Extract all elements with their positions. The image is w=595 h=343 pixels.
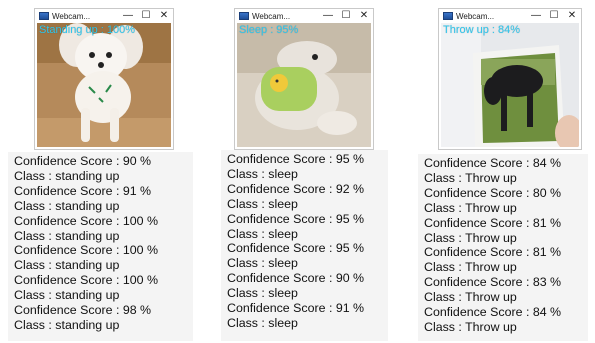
webcam-feed: Sleep : 95% bbox=[237, 23, 371, 147]
window-title: Webcam... bbox=[252, 11, 291, 21]
log-line: Confidence Score : 92 % bbox=[227, 181, 365, 196]
app-icon bbox=[443, 12, 453, 20]
log-line: Class : standing up bbox=[14, 168, 120, 183]
log-line: Confidence Score : 98 % bbox=[14, 303, 152, 318]
maximize-button[interactable]: ☐ bbox=[545, 9, 563, 23]
dog-throw-up-image bbox=[441, 23, 579, 147]
window-titlebar[interactable]: Webcam... — ☐ ✕ bbox=[439, 9, 581, 23]
log-line: Confidence Score : 100 % bbox=[14, 273, 158, 288]
log-line: Class : standing up bbox=[14, 317, 120, 332]
detection-label: Sleep : 95% bbox=[239, 24, 299, 36]
minimize-button[interactable]: — bbox=[119, 9, 137, 23]
app-icon bbox=[39, 12, 49, 20]
log-line: Class : Throw up bbox=[424, 319, 517, 334]
log-line: Class : Throw up bbox=[424, 260, 517, 275]
maximize-button[interactable]: ☐ bbox=[337, 9, 355, 23]
log-line: Confidence Score : 90 % bbox=[227, 271, 365, 286]
close-button[interactable]: ✕ bbox=[355, 9, 373, 23]
log-line: Class : sleep bbox=[227, 286, 298, 301]
console-log-3: Confidence Score : 84 % Class : Throw up… bbox=[418, 154, 588, 341]
log-line: Class : Throw up bbox=[424, 170, 517, 185]
log-line: Confidence Score : 91 % bbox=[14, 183, 152, 198]
close-button[interactable]: ✕ bbox=[563, 9, 581, 23]
log-line: Confidence Score : 91 % bbox=[227, 301, 365, 316]
log-line: Class : sleep bbox=[227, 166, 298, 181]
log-line: Class : standing up bbox=[14, 198, 120, 213]
log-line: Confidence Score : 100 % bbox=[14, 243, 158, 258]
log-line: Class : Throw up bbox=[424, 290, 517, 305]
log-line: Confidence Score : 95 % bbox=[227, 241, 365, 256]
webcam-window-2[interactable]: Webcam... — ☐ ✕ Sleep : 95% bbox=[234, 8, 374, 150]
log-line: Confidence Score : 83 % bbox=[424, 275, 562, 290]
detection-label: Throw up : 84% bbox=[443, 24, 521, 36]
log-line: Confidence Score : 95 % bbox=[227, 152, 365, 166]
log-line: Class : Throw up bbox=[424, 230, 517, 245]
webcam-window-1[interactable]: Webcam... — ☐ ✕ Standing up : 100% bbox=[34, 8, 174, 150]
log-line: Class : sleep bbox=[227, 256, 298, 271]
log-line: Confidence Score : 84 % bbox=[424, 305, 562, 320]
log-line: Confidence Score : 81 % bbox=[424, 215, 562, 230]
log-line: Confidence Score : 90 % bbox=[14, 154, 152, 168]
log-line: Confidence Score : 81 % bbox=[424, 245, 562, 260]
detection-label: Standing up : 100% bbox=[39, 24, 136, 36]
log-line: Class : sleep bbox=[227, 315, 298, 330]
console-log-1: Confidence Score : 90 % Class : standing… bbox=[8, 152, 193, 341]
console-log-2: Confidence Score : 95 % Class : sleep Co… bbox=[221, 150, 388, 341]
log-line: Confidence Score : 100 % bbox=[14, 213, 158, 228]
app-icon bbox=[239, 12, 249, 20]
webcam-feed: Throw up : 84% bbox=[441, 23, 579, 147]
log-line: Class : sleep bbox=[227, 226, 298, 241]
window-titlebar[interactable]: Webcam... — ☐ ✕ bbox=[35, 9, 173, 23]
window-titlebar[interactable]: Webcam... — ☐ ✕ bbox=[235, 9, 373, 23]
log-line: Class : Throw up bbox=[424, 200, 517, 215]
webcam-window-3[interactable]: Webcam... — ☐ ✕ Throw up : 84% bbox=[438, 8, 582, 150]
log-line: Confidence Score : 95 % bbox=[227, 211, 365, 226]
maximize-button[interactable]: ☐ bbox=[137, 9, 155, 23]
log-line: Confidence Score : 80 % bbox=[424, 185, 562, 200]
log-line: Confidence Score : 84 % bbox=[424, 156, 562, 170]
window-title: Webcam... bbox=[52, 11, 91, 21]
close-button[interactable]: ✕ bbox=[155, 9, 173, 23]
log-line: Class : standing up bbox=[14, 288, 120, 303]
log-line: Class : standing up bbox=[14, 228, 120, 243]
log-line: Class : standing up bbox=[14, 258, 120, 273]
dog-sleeping-image bbox=[237, 23, 371, 147]
window-title: Webcam... bbox=[456, 11, 495, 21]
log-line: Class : sleep bbox=[227, 196, 298, 211]
minimize-button[interactable]: — bbox=[527, 9, 545, 23]
dog-standing-image bbox=[37, 23, 171, 147]
minimize-button[interactable]: — bbox=[319, 9, 337, 23]
webcam-feed: Standing up : 100% bbox=[37, 23, 171, 147]
